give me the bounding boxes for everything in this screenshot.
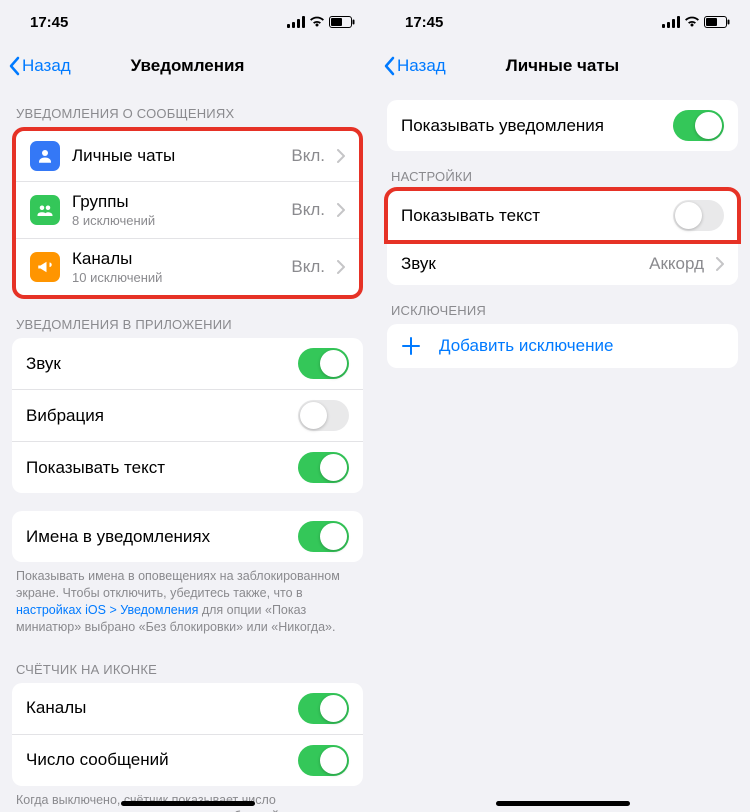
toggle-badge-channels[interactable] — [298, 693, 349, 724]
status-bar: 17:45 — [0, 0, 375, 44]
row-label: Каналы — [72, 249, 279, 269]
battery-icon — [704, 16, 730, 28]
add-exception-button[interactable]: Добавить исключение — [387, 324, 738, 368]
row-show-notifications[interactable]: Показывать уведомления — [387, 100, 738, 151]
row-label: Показывать текст — [26, 458, 286, 478]
status-time: 17:45 — [405, 14, 443, 31]
section-header-exceptions: ИСКЛЮЧЕНИЯ — [375, 285, 750, 324]
message-notifications-group: Личные чаты Вкл. Группы 8 исключений Вкл… — [12, 127, 363, 299]
wifi-icon — [309, 16, 325, 28]
row-sublabel: 8 исключений — [72, 213, 279, 228]
section-header-messages: УВЕДОМЛЕНИЯ О СООБЩЕНИЯХ — [0, 88, 375, 127]
show-notifications-group: Показывать уведомления — [387, 100, 738, 151]
chevron-right-icon — [337, 260, 345, 274]
section-header-settings: НАСТРОЙКИ — [375, 151, 750, 190]
row-names[interactable]: Имена в уведомлениях — [12, 511, 363, 562]
status-bar: 17:45 — [375, 0, 750, 44]
row-sound[interactable]: Звук Аккорд — [387, 241, 738, 285]
group-icon — [30, 195, 60, 225]
row-private-chats[interactable]: Личные чаты Вкл. — [16, 131, 359, 181]
section-header-inapp: УВЕДОМЛЕНИЯ В ПРИЛОЖЕНИИ — [0, 299, 375, 338]
row-label: Показывать текст — [401, 206, 661, 226]
inapp-group: Звук Вибрация Показывать текст — [12, 338, 363, 493]
row-value: Вкл. — [291, 146, 325, 166]
plus-icon — [401, 336, 421, 356]
status-indicators — [287, 16, 355, 28]
row-label: Показывать уведомления — [401, 116, 661, 136]
toggle-sound[interactable] — [298, 348, 349, 379]
section-header-badge: СЧЁТЧИК НА ИКОНКЕ — [0, 644, 375, 683]
row-value: Вкл. — [291, 257, 325, 277]
row-label: Группы — [72, 192, 279, 212]
back-button[interactable]: Назад — [8, 56, 71, 76]
home-indicator — [121, 801, 255, 806]
left-screenshot: 17:45 Назад Уведомления УВЕДОМЛЕНИЯ О СО… — [0, 0, 375, 812]
content-scroll[interactable]: УВЕДОМЛЕНИЯ О СООБЩЕНИЯХ Личные чаты Вкл… — [0, 88, 375, 812]
row-label: Личные чаты — [72, 146, 279, 166]
row-label: Каналы — [26, 698, 286, 718]
row-label: Звук — [26, 354, 286, 374]
person-icon — [30, 141, 60, 171]
status-indicators — [662, 16, 730, 28]
row-badge-channels[interactable]: Каналы — [12, 683, 363, 734]
toggle-show-notifications[interactable] — [673, 110, 724, 141]
exceptions-group: Добавить исключение — [387, 324, 738, 368]
toggle-badge-count[interactable] — [298, 745, 349, 776]
row-badge-count[interactable]: Число сообщений — [12, 734, 363, 786]
content-scroll[interactable]: Показывать уведомления НАСТРОЙКИ Показыв… — [375, 88, 750, 812]
battery-icon — [329, 16, 355, 28]
row-showtext[interactable]: Показывать текст — [12, 441, 363, 493]
row-label: Вибрация — [26, 406, 286, 426]
row-value: Вкл. — [291, 200, 325, 220]
back-button[interactable]: Назад — [383, 56, 446, 76]
settings-group: Показывать текст Звук Аккорд — [387, 190, 738, 285]
chevron-right-icon — [337, 149, 345, 163]
chevron-left-icon — [8, 56, 20, 76]
home-indicator — [496, 801, 630, 806]
back-label: Назад — [397, 56, 446, 76]
toggle-showtext[interactable] — [298, 452, 349, 483]
row-label: Имена в уведомлениях — [26, 527, 286, 547]
chevron-right-icon — [337, 203, 345, 217]
status-time: 17:45 — [30, 14, 68, 31]
nav-bar: Назад Уведомления — [0, 44, 375, 88]
names-group: Имена в уведомлениях — [12, 511, 363, 562]
megaphone-icon — [30, 252, 60, 282]
back-label: Назад — [22, 56, 71, 76]
nav-bar: Назад Личные чаты — [375, 44, 750, 88]
row-label: Звук — [401, 254, 637, 274]
badge-footer: Когда выключено, счётчик показывает числ… — [0, 786, 375, 812]
row-value: Аккорд — [649, 254, 704, 274]
names-footer: Показывать имена в оповещениях на заблок… — [0, 562, 375, 644]
row-show-text[interactable]: Показывать текст — [387, 190, 738, 241]
chevron-right-icon — [716, 257, 724, 271]
toggle-names[interactable] — [298, 521, 349, 552]
ios-settings-link[interactable]: настройках iOS > Уведомления — [16, 603, 198, 617]
toggle-show-text[interactable] — [673, 200, 724, 231]
wifi-icon — [684, 16, 700, 28]
row-groups[interactable]: Группы 8 исключений Вкл. — [16, 181, 359, 238]
badge-group: Каналы Число сообщений — [12, 683, 363, 786]
signal-icon — [287, 16, 305, 28]
right-screenshot: 17:45 Назад Личные чаты Показывать уведо… — [375, 0, 750, 812]
row-channels[interactable]: Каналы 10 исключений Вкл. — [16, 238, 359, 295]
row-label: Число сообщений — [26, 750, 286, 770]
row-sound[interactable]: Звук — [12, 338, 363, 389]
signal-icon — [662, 16, 680, 28]
toggle-vibration[interactable] — [298, 400, 349, 431]
row-vibration[interactable]: Вибрация — [12, 389, 363, 441]
chevron-left-icon — [383, 56, 395, 76]
add-exception-label: Добавить исключение — [439, 336, 613, 356]
row-sublabel: 10 исключений — [72, 270, 279, 285]
